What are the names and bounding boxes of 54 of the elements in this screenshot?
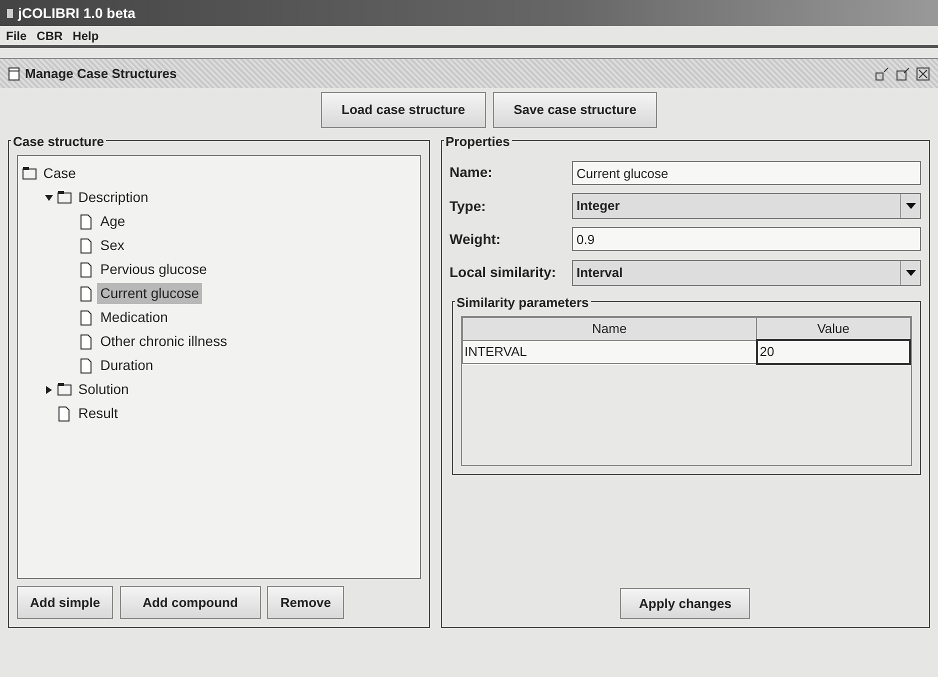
field-label: Name: — [450, 163, 494, 182]
minimize-icon[interactable] — [875, 66, 889, 80]
maximize-icon[interactable] — [896, 66, 910, 80]
window-title: jCOLIBRI 1.0 beta — [18, 4, 136, 23]
tree-item[interactable]: Result — [75, 403, 122, 424]
document-icon — [79, 358, 94, 374]
window-icon — [8, 66, 20, 80]
button[interactable]: Add simple — [17, 586, 114, 619]
table-cell: INTERVAL — [462, 340, 757, 364]
button[interactable]: Load case structure — [320, 92, 486, 128]
expander-icon[interactable] — [44, 192, 54, 202]
tree-item[interactable]: Duration — [97, 355, 156, 376]
input-field[interactable]: Current glucose — [572, 160, 921, 185]
tree-item[interactable]: Description — [75, 187, 152, 208]
expander-icon[interactable] — [44, 384, 54, 394]
dropdown-arrow-icon[interactable] — [906, 203, 916, 209]
document-icon — [79, 286, 94, 302]
document-icon — [79, 310, 94, 326]
menu-item[interactable]: File — [6, 26, 27, 44]
apply-button[interactable]: Apply changes — [620, 588, 750, 619]
field-label: Type: — [450, 196, 487, 216]
button[interactable]: Add compound — [120, 586, 261, 619]
column-header: Name — [462, 317, 757, 340]
document-icon — [79, 334, 94, 350]
dropdown[interactable]: Interval — [572, 260, 921, 286]
folder-icon — [57, 190, 72, 206]
menu-item[interactable]: Help — [72, 26, 99, 44]
input-field[interactable]: 0.9 — [572, 227, 921, 252]
frame-title: Manage Case Structures — [25, 64, 177, 83]
tree-item[interactable]: Current glucose — [97, 283, 202, 304]
button[interactable]: Save case structure — [492, 92, 658, 128]
field-label: Local similarity: — [450, 263, 558, 282]
dropdown[interactable]: Integer — [572, 193, 921, 219]
folder-icon — [57, 382, 72, 398]
tree-item[interactable]: Solution — [75, 379, 132, 400]
tree-item[interactable]: Sex — [97, 235, 128, 256]
close-icon[interactable] — [916, 66, 930, 80]
tree-item[interactable]: Age — [97, 211, 128, 232]
tree-item[interactable]: Pervious glucose — [97, 259, 210, 280]
tree-item[interactable]: Other chronic illness — [97, 331, 230, 352]
dropdown-arrow-icon[interactable] — [906, 270, 916, 276]
button[interactable]: Remove — [267, 586, 344, 619]
field-label: Weight: — [450, 230, 502, 249]
document-icon — [79, 238, 94, 254]
column-header: Value — [756, 317, 910, 340]
menu-item[interactable]: CBR — [36, 26, 63, 44]
tree-item[interactable]: Medication — [97, 307, 172, 328]
document-icon — [57, 406, 72, 422]
table-cell[interactable]: 20 — [756, 340, 910, 364]
tree-item[interactable]: Case — [40, 163, 80, 184]
document-icon — [79, 262, 94, 278]
document-icon — [79, 214, 94, 230]
folder-icon — [22, 166, 37, 182]
app-icon — [6, 7, 14, 19]
